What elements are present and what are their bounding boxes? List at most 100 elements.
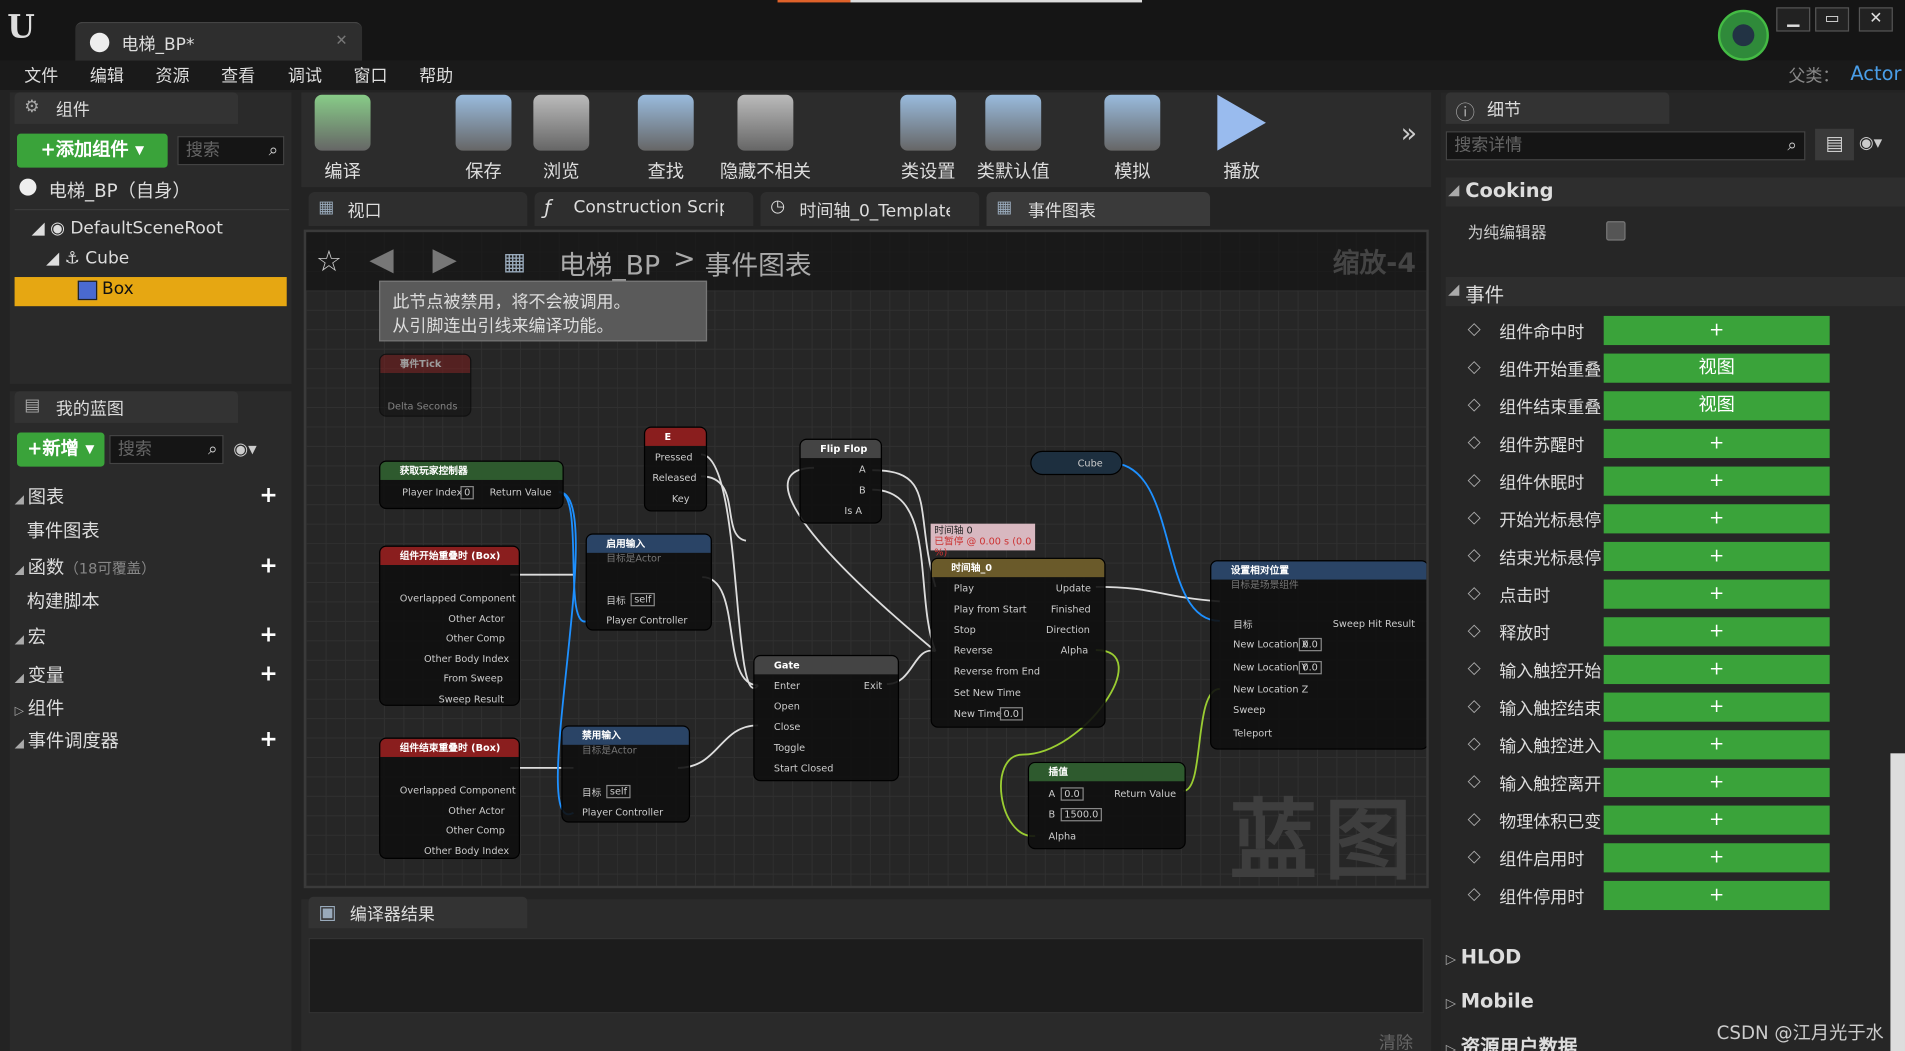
components-search-input[interactable]: 搜索 ⌕ (177, 136, 285, 166)
toolbar-button-6[interactable]: 类默认值 (970, 94, 1057, 185)
menu-window[interactable]: 窗口 (354, 63, 388, 87)
event-add-button[interactable]: + (1603, 428, 1830, 459)
tree-item-root[interactable]: ◢ ◉ DefaultSceneRoot (32, 219, 223, 238)
details-search-input[interactable]: 搜索详情 ⌕ (1445, 131, 1806, 161)
blueprint-section-3[interactable]: 构建脚本 (15, 588, 290, 617)
pin-key[interactable]: Key (672, 493, 690, 504)
my-blueprint-tab[interactable]: ▤ 我的蓝图 (14, 391, 239, 423)
parent-class-link[interactable]: Actor (1850, 62, 1901, 85)
node-set-relative-location[interactable]: 设置相对位置 目标是场景组件 目标 Sweep Hit Result New L… (1210, 560, 1427, 750)
pin-new-time[interactable]: New Time (954, 708, 1002, 719)
mobile-category[interactable]: ▷ Mobile (1446, 989, 1534, 1012)
event-add-button[interactable]: + (1603, 730, 1830, 760)
pin-target[interactable]: 目标 (1233, 618, 1252, 631)
event-add-button[interactable]: + (1603, 692, 1830, 722)
pin-b[interactable]: B (859, 485, 866, 496)
add-icon[interactable]: + (255, 662, 282, 689)
pin-exit[interactable]: Exit (864, 680, 882, 691)
event-add-button[interactable]: + (1603, 466, 1830, 496)
pin-set-new-time[interactable]: Set New Time (954, 688, 1021, 699)
pin-is-a[interactable]: Is A (844, 505, 862, 516)
add-icon[interactable]: + (255, 483, 282, 511)
pin-location-x[interactable]: New Location X (1233, 639, 1308, 650)
pin-sweep-hit-result[interactable]: Sweep Hit Result (1333, 618, 1415, 629)
event-add-button[interactable]: + (1603, 541, 1830, 572)
pin-player-controller[interactable]: Player Controller (606, 615, 687, 626)
node-disable-input[interactable]: 禁用输入 目标是Actor 目标 self Player Controller (561, 725, 691, 823)
toolbar-button-3[interactable]: 查找 (622, 94, 709, 185)
self-item[interactable]: 电梯_BP（自身） (49, 177, 191, 203)
pin-return-value[interactable]: Return Value (490, 487, 552, 498)
pin-target[interactable]: 目标 (582, 786, 601, 799)
pin-player-index-value[interactable]: 0 (460, 486, 474, 500)
node-cube-reference[interactable]: Cube (1030, 450, 1123, 476)
event-add-button[interactable]: 视图 (1603, 353, 1830, 383)
pin-toggle[interactable]: Toggle (774, 742, 805, 753)
asset-user-data-category[interactable]: ▷ 资源用户数据 (1446, 1030, 1578, 1051)
pin-released[interactable]: Released (652, 473, 696, 484)
cooking-category[interactable]: ◢ Cooking (1445, 177, 1905, 207)
close-button[interactable]: ✕ (1858, 7, 1893, 32)
blueprint-section-6[interactable]: ▷ 组件 (15, 695, 290, 724)
pin-delta-seconds[interactable]: Delta Seconds (388, 401, 458, 412)
document-tab[interactable]: 电梯_BP* ✕ (75, 21, 363, 61)
pin-reverse-from-end[interactable]: Reverse from End (954, 666, 1040, 677)
menu-view[interactable]: 查看 (221, 63, 255, 87)
node-end-overlap[interactable]: 组件结束重叠时 (Box) Overlapped Component Other… (379, 737, 520, 860)
pin-sweep-result[interactable]: Sweep Result (439, 694, 504, 705)
visibility-eye-icon[interactable]: ◉▾ (1859, 134, 1882, 153)
pin-a-value[interactable]: 0.0 (1060, 787, 1084, 801)
node-begin-overlap[interactable]: 组件开始重叠时 (Box) Overlapped Component Other… (379, 545, 520, 706)
node-gate[interactable]: Gate Enter Exit Open Close Toggle Start … (753, 654, 900, 782)
event-add-button[interactable]: + (1603, 767, 1830, 798)
tab-viewport[interactable]: ▦ 视口 (308, 191, 528, 226)
node-enable-input[interactable]: 启用输入 目标是Actor 目标 self Player Controller (585, 533, 712, 631)
tree-item-box[interactable]: Box (14, 277, 287, 307)
event-add-button[interactable]: + (1603, 843, 1830, 873)
pin-overlapped-component[interactable]: Overlapped Component (400, 593, 516, 604)
event-add-button[interactable]: + (1603, 805, 1830, 835)
clear-button[interactable]: 清除 (1379, 1030, 1413, 1051)
maximize-button[interactable]: ▭ (1815, 7, 1850, 32)
pin-open[interactable]: Open (774, 701, 800, 712)
pin-finished[interactable]: Finished (1051, 604, 1091, 615)
editor-only-checkbox[interactable] (1606, 221, 1626, 241)
toolbar-overflow-icon[interactable]: » (1401, 119, 1417, 149)
toolbar-button-4[interactable]: 隐藏不相关 (719, 94, 811, 185)
node-timeline[interactable]: 时间轴_0 Play Play from Start Stop Reverse … (930, 557, 1106, 728)
pin-target-self[interactable]: self (606, 784, 631, 799)
node-get-player-controller[interactable]: 获取玩家控制器 Player Index 0 Return Value (379, 460, 564, 510)
add-icon[interactable]: + (255, 727, 282, 755)
details-scrollbar[interactable] (1890, 753, 1905, 1051)
blueprint-section-5[interactable]: ◢ 变量 + (15, 662, 290, 691)
new-button[interactable]: +新增 ▾ (17, 432, 105, 467)
pin-other-actor[interactable]: Other Actor (448, 806, 504, 817)
blueprint-search-input[interactable]: 搜索 ⌕ (109, 434, 224, 465)
tree-item-cube[interactable]: ◢ ⚓ Cube (46, 249, 129, 268)
event-add-button[interactable]: + (1603, 504, 1830, 534)
pin-sweep[interactable]: Sweep (1233, 705, 1265, 716)
source-control-icon[interactable] (1717, 9, 1769, 61)
blueprint-section-2[interactable]: ◢ 函数（18可覆盖） + (15, 553, 290, 583)
pin-other-comp[interactable]: Other Comp (446, 825, 505, 836)
details-tab[interactable]: ⓘ 细节 (1445, 92, 1670, 124)
event-graph-canvas[interactable]: ☆ ◀ ▶ ▦ 电梯_BP > 事件图表 缩放-4 此节点被禁用，将不会被调用。… (303, 229, 1429, 889)
pin-from-sweep[interactable]: From Sweep (443, 673, 502, 684)
property-matrix-icon[interactable]: ▤ (1815, 128, 1854, 161)
toolbar-button-8[interactable]: 播放 (1198, 94, 1285, 185)
menu-asset[interactable]: 资源 (156, 63, 190, 87)
add-icon[interactable]: + (255, 553, 282, 581)
toolbar-button-1[interactable]: 保存 (440, 94, 527, 185)
pin-enter[interactable]: Enter (774, 680, 800, 691)
pin-update[interactable]: Update (1056, 583, 1091, 594)
pin-a[interactable]: A (1048, 789, 1055, 800)
toolbar-button-0[interactable]: 编译 (299, 94, 386, 185)
pin-other-comp[interactable]: Other Comp (446, 633, 505, 644)
pin-location-z[interactable]: New Location Z (1233, 684, 1308, 695)
pin-b[interactable]: B (1048, 809, 1055, 820)
node-flip-flop[interactable]: Flip Flop A B Is A (799, 438, 883, 524)
menu-debug[interactable]: 调试 (288, 63, 322, 87)
toolbar-button-5[interactable]: 类设置 (884, 94, 971, 185)
blueprint-section-4[interactable]: ◢ 宏 + (15, 623, 290, 652)
hlod-category[interactable]: ▷ HLOD (1446, 945, 1522, 968)
